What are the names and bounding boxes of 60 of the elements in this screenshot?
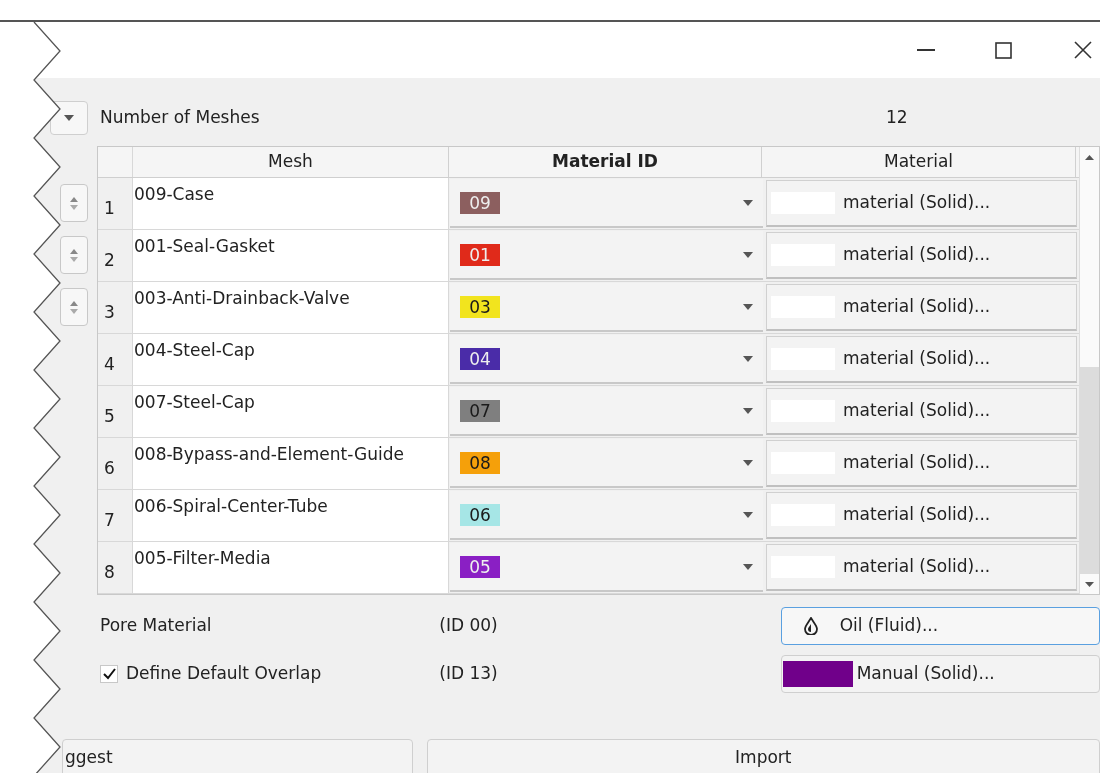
material-button[interactable]: material (Solid)... [766,492,1077,539]
mesh-name-cell: 008-Bypass-and-Element-Guide [133,438,449,489]
pore-material-id: (ID 00) [439,614,499,638]
minimize-icon[interactable] [917,48,935,52]
material-button[interactable]: material (Solid)... [766,232,1077,279]
mesh-name-cell: 007-Steel-Cap [133,386,449,437]
material-button[interactable]: material (Solid)... [766,544,1077,591]
material-id-chip: 03 [460,295,500,318]
mesh-name-cell: 009-Case [133,178,449,229]
caret-icon [743,251,753,258]
pore-material-label: Pore Material [100,614,213,638]
material-id-chip: 04 [460,347,500,370]
partial-button[interactable]: ggest [62,739,413,773]
import-button[interactable]: Import [426,739,1100,773]
down-arrow-icon [70,308,78,314]
mesh-count-label: Number of Meshes [100,106,261,130]
up-arrow-icon [70,196,78,202]
maximize-icon[interactable] [995,41,1012,59]
material-button[interactable]: material (Solid)... [766,336,1077,383]
caret-icon [743,407,753,414]
mesh-name-cell: 005-Filter-Media [133,542,449,593]
caret-icon [743,511,753,518]
scrollbar[interactable] [1079,147,1099,594]
material-button[interactable]: material (Solid)... [766,388,1077,435]
down-arrow-icon [70,204,78,210]
material-id-chip: 01 [460,243,500,266]
caret-icon [64,115,74,121]
mesh-name-cell: 001-Seal-Gasket [133,230,449,281]
up-arrow-icon [70,248,78,254]
column-header[interactable]: Mesh [133,147,449,177]
column-header[interactable]: Material ID [449,147,762,177]
overlap-material-button[interactable]: Manual (Solid)... [780,655,1100,693]
overlap-id: (ID 13) [439,662,499,686]
down-arrow-icon [70,256,78,262]
close-icon[interactable] [1074,41,1092,59]
mesh-name-cell: 003-Anti-Drainback-Valve [133,282,449,333]
overlap-checkbox[interactable] [100,665,118,683]
caret-icon [743,563,753,570]
mesh-count-value: 12 [886,106,908,130]
pore-material-button[interactable]: Oil (Fluid)... [780,607,1100,645]
caret-icon [743,303,753,310]
mesh-name-cell: 006-Spiral-Center-Tube [133,490,449,541]
scroll-up-icon[interactable] [1085,154,1094,160]
material-id-chip: 07 [460,399,500,422]
material-id-chip: 06 [460,503,500,526]
drop-icon [803,617,818,635]
caret-icon [743,355,753,362]
overlap-label: Define Default Overlap [126,662,322,686]
up-arrow-icon [70,300,78,306]
caret-icon [743,199,753,206]
caret-icon [743,459,753,466]
material-button[interactable]: material (Solid)... [766,440,1077,487]
scroll-down-icon[interactable] [1085,581,1094,587]
material-id-chip: 05 [460,555,500,578]
column-header[interactable]: Material [762,147,1076,177]
material-id-chip: 08 [460,451,500,474]
material-button[interactable]: material (Solid)... [766,284,1077,331]
material-button[interactable]: material (Solid)... [766,180,1077,227]
material-id-chip: 09 [460,191,500,214]
mesh-name-cell: 004-Steel-Cap [133,334,449,385]
